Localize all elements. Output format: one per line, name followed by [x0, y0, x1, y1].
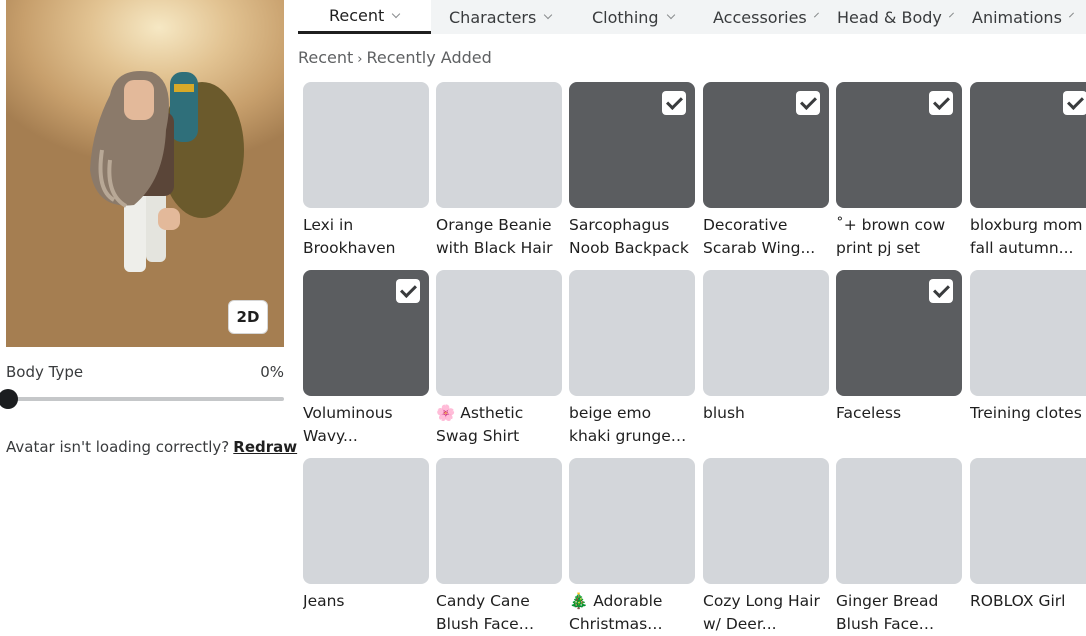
item-card[interactable]: 🌸 Asthetic Swag Shirt: [436, 270, 562, 450]
item-name[interactable]: 🌸 Asthetic Swag Shirt: [436, 402, 562, 448]
item-name[interactable]: Decorative Scarab Wing...: [703, 214, 829, 260]
checkmark-icon[interactable]: [662, 91, 686, 115]
checkmark-icon[interactable]: [796, 91, 820, 115]
hair-thumbnail[interactable]: [303, 270, 429, 396]
head-thumbnail[interactable]: [836, 270, 962, 396]
face-thumbnail[interactable]: [836, 458, 962, 584]
item-name[interactable]: Sarcophagus Noob Backpack: [569, 214, 695, 260]
item-card[interactable]: ˚+ brown cow print pj set: [836, 82, 962, 262]
shirt-thumbnail[interactable]: [970, 270, 1086, 396]
item-name[interactable]: Orange Beanie with Black Hair: [436, 214, 562, 260]
item-card[interactable]: 🎄 Adorable Christmas Blus...: [569, 458, 695, 636]
chevron-down-icon: [666, 10, 675, 20]
checkmark-icon[interactable]: [929, 279, 953, 303]
face-thumbnail[interactable]: [569, 458, 695, 584]
item-card[interactable]: beige emo khaki grunge y2k got...: [569, 270, 695, 450]
face: [124, 80, 154, 120]
breadcrumb-current: Recently Added: [366, 48, 492, 67]
tab-clothing[interactable]: Clothing: [572, 0, 692, 34]
outfit-thumbnail[interactable]: [836, 82, 962, 208]
item-card[interactable]: Treining clotes: [970, 270, 1086, 450]
item-card[interactable]: Cozy Long Hair w/ Deer...: [703, 458, 829, 636]
pants-thumbnail[interactable]: [303, 458, 429, 584]
body-type-row: Body Type 0%: [6, 363, 284, 381]
item-name[interactable]: ˚+ brown cow print pj set: [836, 214, 962, 260]
category-tabs: Recent Characters Clothing Accessories H…: [298, 0, 1086, 34]
hair-thumbnail[interactable]: [703, 458, 829, 584]
item-card[interactable]: Ginger Bread Blush Face Mas...: [836, 458, 962, 636]
redraw-link[interactable]: Redraw: [233, 438, 297, 456]
tab-characters[interactable]: Characters: [431, 0, 572, 34]
item-name[interactable]: beige emo khaki grunge y2k got...: [569, 402, 695, 448]
redraw-prompt: Avatar isn't loading correctly?: [6, 438, 230, 456]
item-name[interactable]: Voluminous Wavy...: [303, 402, 429, 448]
sarcophagus-band: [174, 84, 194, 92]
item-card[interactable]: blush: [703, 270, 829, 450]
chevron-down-icon: [1068, 12, 1074, 18]
body-type-value: 0%: [260, 363, 284, 381]
tab-label: Head & Body: [837, 7, 942, 27]
sarcophagus-shape: [170, 72, 198, 142]
item-name[interactable]: ROBLOX Girl: [970, 590, 1086, 613]
breadcrumb: Recent › Recently Added: [298, 48, 492, 67]
item-name[interactable]: Lexi in Brookhaven: [303, 214, 429, 260]
tab-recent[interactable]: Recent: [298, 0, 431, 34]
item-name[interactable]: Candy Cane Blush Face Mas...: [436, 590, 562, 636]
shirt-thumbnail[interactable]: [436, 270, 562, 396]
avatar-preview[interactable]: 2D: [6, 0, 284, 347]
checkmark-icon[interactable]: [1063, 91, 1086, 115]
body-type-slider[interactable]: [0, 389, 284, 409]
tab-label: Accessories: [713, 7, 807, 27]
item-card[interactable]: ROBLOX Girl: [970, 458, 1086, 636]
tab-animations[interactable]: Animations: [958, 0, 1086, 34]
pants-thumbnail[interactable]: [569, 270, 695, 396]
item-card[interactable]: Candy Cane Blush Face Mas...: [436, 458, 562, 636]
tab-head-body[interactable]: Head & Body: [821, 0, 958, 34]
item-name[interactable]: Jeans: [303, 590, 429, 613]
chevron-down-icon: [392, 9, 401, 18]
tab-label: Clothing: [592, 7, 659, 27]
item-card[interactable]: Voluminous Wavy...: [303, 270, 429, 450]
item-card[interactable]: Sarcophagus Noob Backpack: [569, 82, 695, 262]
chevron-down-icon: [813, 12, 819, 18]
backpack-thumbnail[interactable]: [569, 82, 695, 208]
item-name[interactable]: 🎄 Adorable Christmas Blus...: [569, 590, 695, 636]
character-thumbnail[interactable]: [970, 458, 1086, 584]
item-card[interactable]: Jeans: [303, 458, 429, 636]
redraw-row: Avatar isn't loading correctly? Redraw: [6, 438, 297, 456]
tab-accessories[interactable]: Accessories: [692, 0, 821, 34]
tab-label: Animations: [972, 7, 1062, 27]
breadcrumb-root[interactable]: Recent: [298, 48, 353, 67]
item-card[interactable]: Faceless: [836, 270, 962, 450]
item-name[interactable]: bloxburg mom fall autumn...: [970, 214, 1086, 260]
tshirt-thumbnail[interactable]: [303, 82, 429, 208]
item-card[interactable]: bloxburg mom fall autumn...: [970, 82, 1086, 262]
face-thumbnail[interactable]: [436, 458, 562, 584]
item-card[interactable]: Decorative Scarab Wing...: [703, 82, 829, 262]
face-thumbnail[interactable]: [703, 270, 829, 396]
item-name[interactable]: Treining clotes: [970, 402, 1086, 425]
hand: [158, 208, 180, 230]
chevron-right-icon: ›: [357, 52, 363, 67]
chevron-down-icon: [948, 12, 954, 18]
avatar-figure: [90, 70, 244, 272]
view-2d-button[interactable]: 2D: [228, 300, 268, 334]
wings-thumbnail[interactable]: [703, 82, 829, 208]
item-name[interactable]: Faceless: [836, 402, 962, 425]
item-name[interactable]: Cozy Long Hair w/ Deer...: [703, 590, 829, 636]
tab-label: Recent: [329, 6, 385, 25]
body-type-label: Body Type: [6, 363, 84, 381]
outfit-thumbnail[interactable]: [970, 82, 1086, 208]
item-name[interactable]: Ginger Bread Blush Face Mas...: [836, 590, 962, 636]
item-name[interactable]: blush: [703, 402, 829, 425]
chevron-down-icon: [544, 10, 553, 20]
checkmark-icon[interactable]: [929, 91, 953, 115]
tab-label: Characters: [449, 7, 537, 27]
hair-thumbnail[interactable]: [436, 82, 562, 208]
item-card[interactable]: Lexi in Brookhaven: [303, 82, 429, 262]
item-card[interactable]: Orange Beanie with Black Hair: [436, 82, 562, 262]
slider-thumb[interactable]: [0, 389, 18, 409]
checkmark-icon[interactable]: [396, 279, 420, 303]
